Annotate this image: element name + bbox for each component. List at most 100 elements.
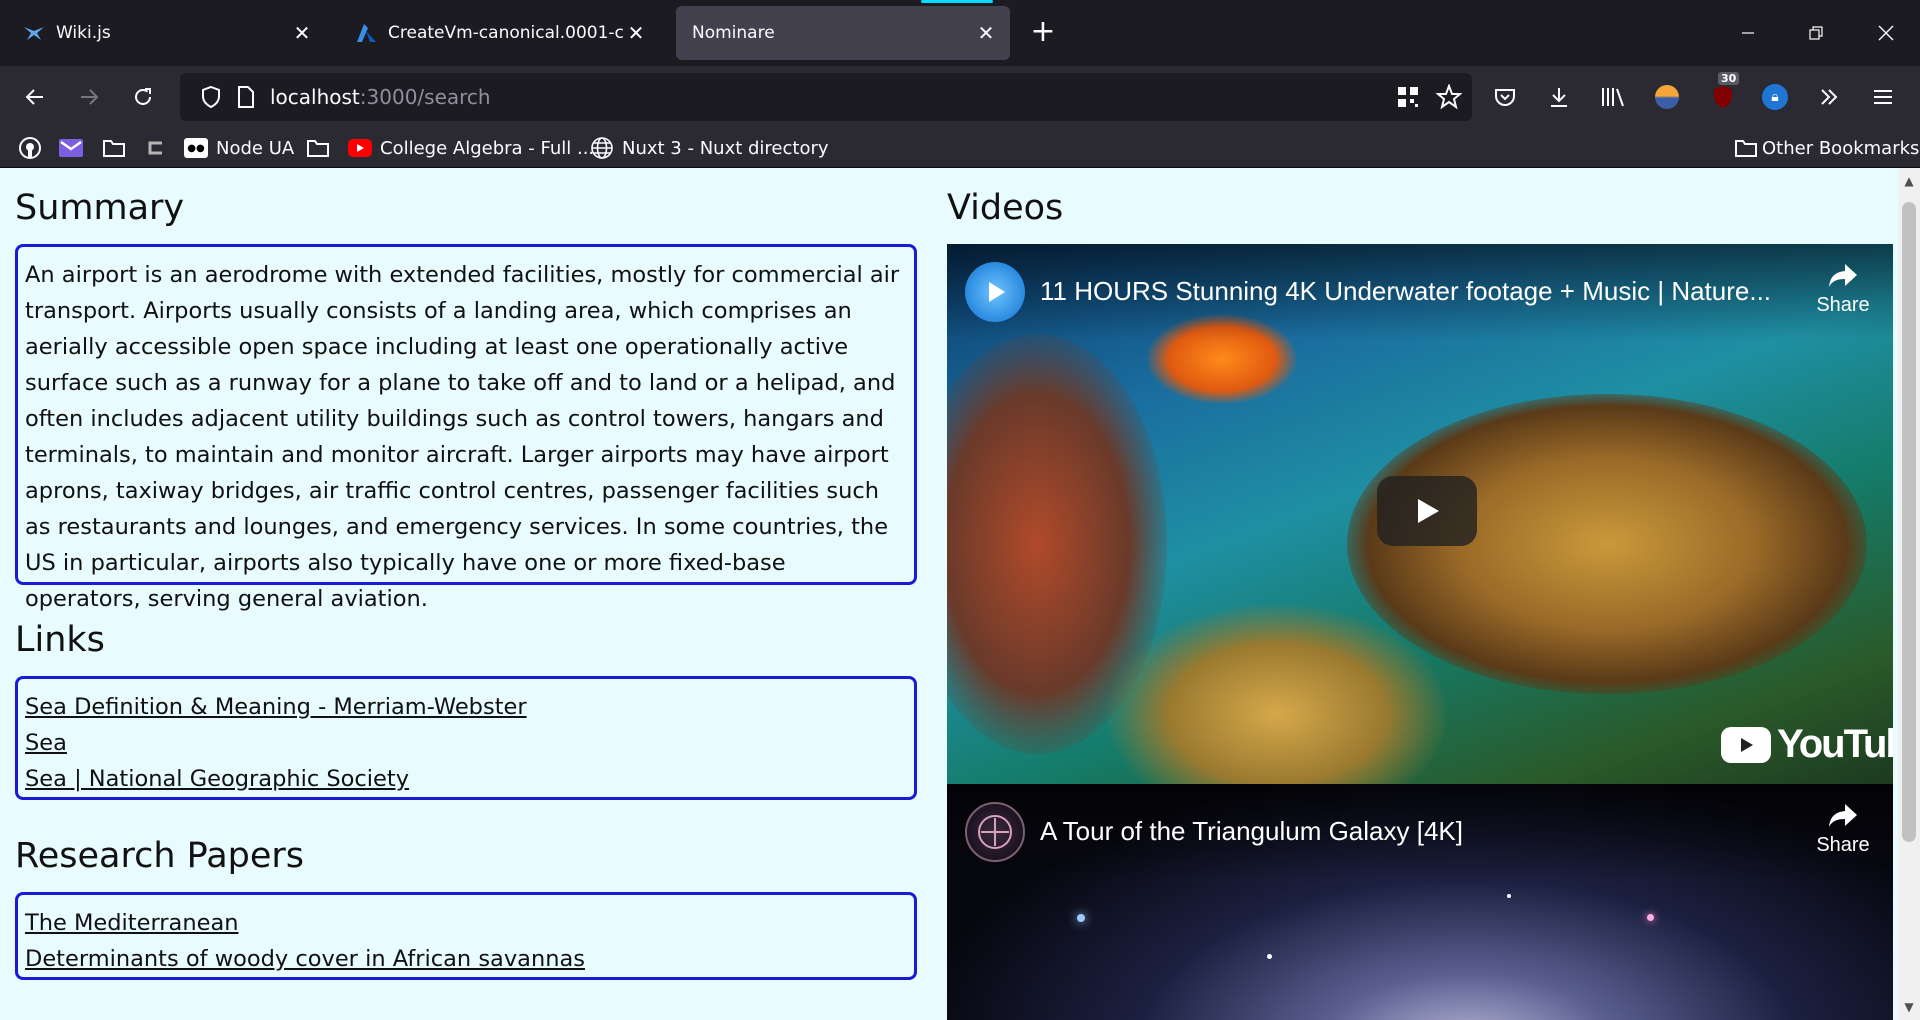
bitwarden-button[interactable]: 🔒︎ [1756, 78, 1794, 116]
link-item[interactable]: Sea | National Geographic Society [25, 761, 907, 797]
page-content: Summary An airport is an aerodrome with … [0, 168, 1898, 1020]
tab-title: CreateVm-canonical.0001-com [388, 23, 624, 43]
bookmark-nuxt[interactable]: Nuxt 3 - Nuxt directory [590, 135, 829, 161]
url-host: localhost [270, 85, 360, 109]
star-shape [1507, 894, 1511, 898]
summary-text: An airport is an aerodrome with extended… [25, 262, 900, 612]
bookmark-node-ua[interactable]: ●● Node UA [184, 135, 294, 161]
reload-icon [135, 88, 151, 105]
ublock-button[interactable]: 30 [1704, 72, 1742, 116]
research-papers-box: The Mediterranean Determinants of woody … [15, 892, 917, 980]
video-title[interactable]: 11 HOURS Stunning 4K Underwater footage … [1040, 276, 1800, 307]
youtube-logo[interactable]: YouTube [1721, 722, 1893, 767]
link-item[interactable]: Sea [25, 725, 907, 761]
tab-nominare[interactable]: Nominare ✕ [676, 0, 1010, 60]
bookmark-gmail[interactable] [58, 135, 84, 161]
close-tab-icon[interactable]: ✕ [624, 21, 648, 45]
tab-title: Nominare [692, 23, 775, 43]
bookmarks-toolbar: ●● Node UA College Algebra - Full ... Nu… [0, 128, 1920, 168]
bookmark-label: Node UA [216, 137, 295, 159]
hamburger-menu-icon [1874, 90, 1892, 104]
back-button[interactable] [16, 78, 54, 116]
video-title[interactable]: A Tour of the Triangulum Galaxy [4K] [1040, 816, 1800, 847]
codepen-icon [148, 141, 162, 155]
summary-heading: Summary [15, 188, 185, 228]
bookmark-folder-1[interactable] [102, 135, 126, 161]
scroll-thumb[interactable] [1902, 202, 1916, 842]
folder-icon [1735, 140, 1757, 157]
restore-icon [1809, 26, 1823, 40]
page-info-icon[interactable] [236, 85, 256, 113]
tab-strip: Wiki.js ✕ CreateVm-canonical.0001-com ✕ … [0, 0, 1920, 66]
azure-icon [354, 21, 378, 45]
close-tab-icon[interactable]: ✕ [974, 21, 998, 45]
download-icon [1551, 88, 1567, 107]
new-tab-button[interactable]: + [1026, 16, 1060, 50]
channel-avatar[interactable] [965, 262, 1025, 322]
play-button[interactable] [1377, 476, 1477, 546]
forward-arrow-icon [81, 89, 99, 105]
tab-wikijs[interactable]: Wiki.js ✕ [6, 6, 326, 60]
paper-link[interactable]: Determinants of woody cover in African s… [25, 941, 907, 977]
more-tools-button[interactable] [1810, 78, 1848, 116]
extension-badge: 30 [1718, 72, 1740, 85]
link-item[interactable]: Sea Definition & Meaning - Merriam-Webst… [25, 689, 907, 725]
share-label: Share [1816, 834, 1870, 856]
shield-icon[interactable] [200, 85, 222, 113]
medium-icon: ●● [184, 138, 208, 158]
other-bookmarks[interactable]: Other Bookmarks [1734, 135, 1919, 161]
video-embed-triangulum[interactable]: A Tour of the Triangulum Galaxy [4K] Sha… [947, 784, 1893, 1020]
scroll-down-arrow-icon[interactable]: ▼ [1898, 996, 1920, 1018]
play-icon [1418, 499, 1439, 523]
star-shape [1647, 914, 1654, 921]
pocket-button[interactable] [1486, 78, 1524, 116]
pocket-icon [1495, 89, 1515, 106]
share-label: Share [1816, 294, 1870, 316]
gmail-icon [59, 139, 83, 157]
share-button[interactable]: Share [1803, 262, 1883, 317]
library-icon [1602, 88, 1624, 107]
lock-extension-icon: 🔒︎ [1762, 84, 1788, 110]
sunset-extension-icon [1655, 85, 1679, 109]
minimize-button[interactable] [1714, 0, 1782, 66]
star-shape [1077, 914, 1085, 922]
close-tab-icon[interactable]: ✕ [290, 21, 314, 45]
youtube-icon [1721, 726, 1771, 763]
tab-createvm[interactable]: CreateVm-canonical.0001-com ✕ [338, 6, 660, 60]
downloads-button[interactable] [1540, 78, 1578, 116]
extension-sunset-button[interactable] [1648, 78, 1686, 116]
play-channel-icon [989, 282, 1005, 302]
bookmark-codepen[interactable] [144, 135, 166, 161]
bookmark-star-icon[interactable] [1435, 83, 1463, 114]
reload-button[interactable] [124, 78, 162, 116]
app-menu-button[interactable] [1864, 78, 1902, 116]
links-heading: Links [15, 620, 105, 660]
star-shape [1267, 954, 1272, 959]
github-icon [19, 137, 41, 159]
channel-avatar[interactable] [965, 802, 1025, 862]
close-window-button[interactable] [1852, 0, 1920, 66]
share-button[interactable]: Share [1803, 802, 1883, 857]
bookmark-folder-2[interactable] [306, 135, 330, 161]
spiral-channel-icon [978, 815, 1012, 849]
folder-icon [103, 140, 125, 157]
minimize-icon [1742, 32, 1754, 34]
bookmark-github[interactable] [18, 135, 42, 161]
youtube-icon [348, 139, 372, 157]
url-bar[interactable]: localhost:3000/search [180, 73, 1472, 121]
library-button[interactable] [1594, 78, 1632, 116]
close-icon [1878, 25, 1894, 41]
back-arrow-icon [25, 89, 43, 105]
forward-button[interactable] [70, 78, 108, 116]
scroll-up-arrow-icon[interactable]: ▲ [1898, 170, 1920, 192]
video-embed-underwater[interactable]: 11 HOURS Stunning 4K Underwater footage … [947, 244, 1893, 784]
page-scrollbar[interactable]: ▲ ▼ [1898, 168, 1920, 1020]
summary-box: An airport is an aerodrome with extended… [15, 244, 917, 612]
paper-link[interactable]: The Mediterranean [25, 905, 907, 941]
qr-code-icon[interactable] [1396, 85, 1420, 113]
bookmark-college-algebra[interactable]: College Algebra - Full ... [348, 135, 594, 161]
url-text[interactable]: localhost:3000/search [270, 85, 491, 109]
restore-button[interactable] [1782, 0, 1850, 66]
links-box: Sea Definition & Meaning - Merriam-Webst… [15, 676, 917, 800]
folder-icon [307, 140, 329, 157]
